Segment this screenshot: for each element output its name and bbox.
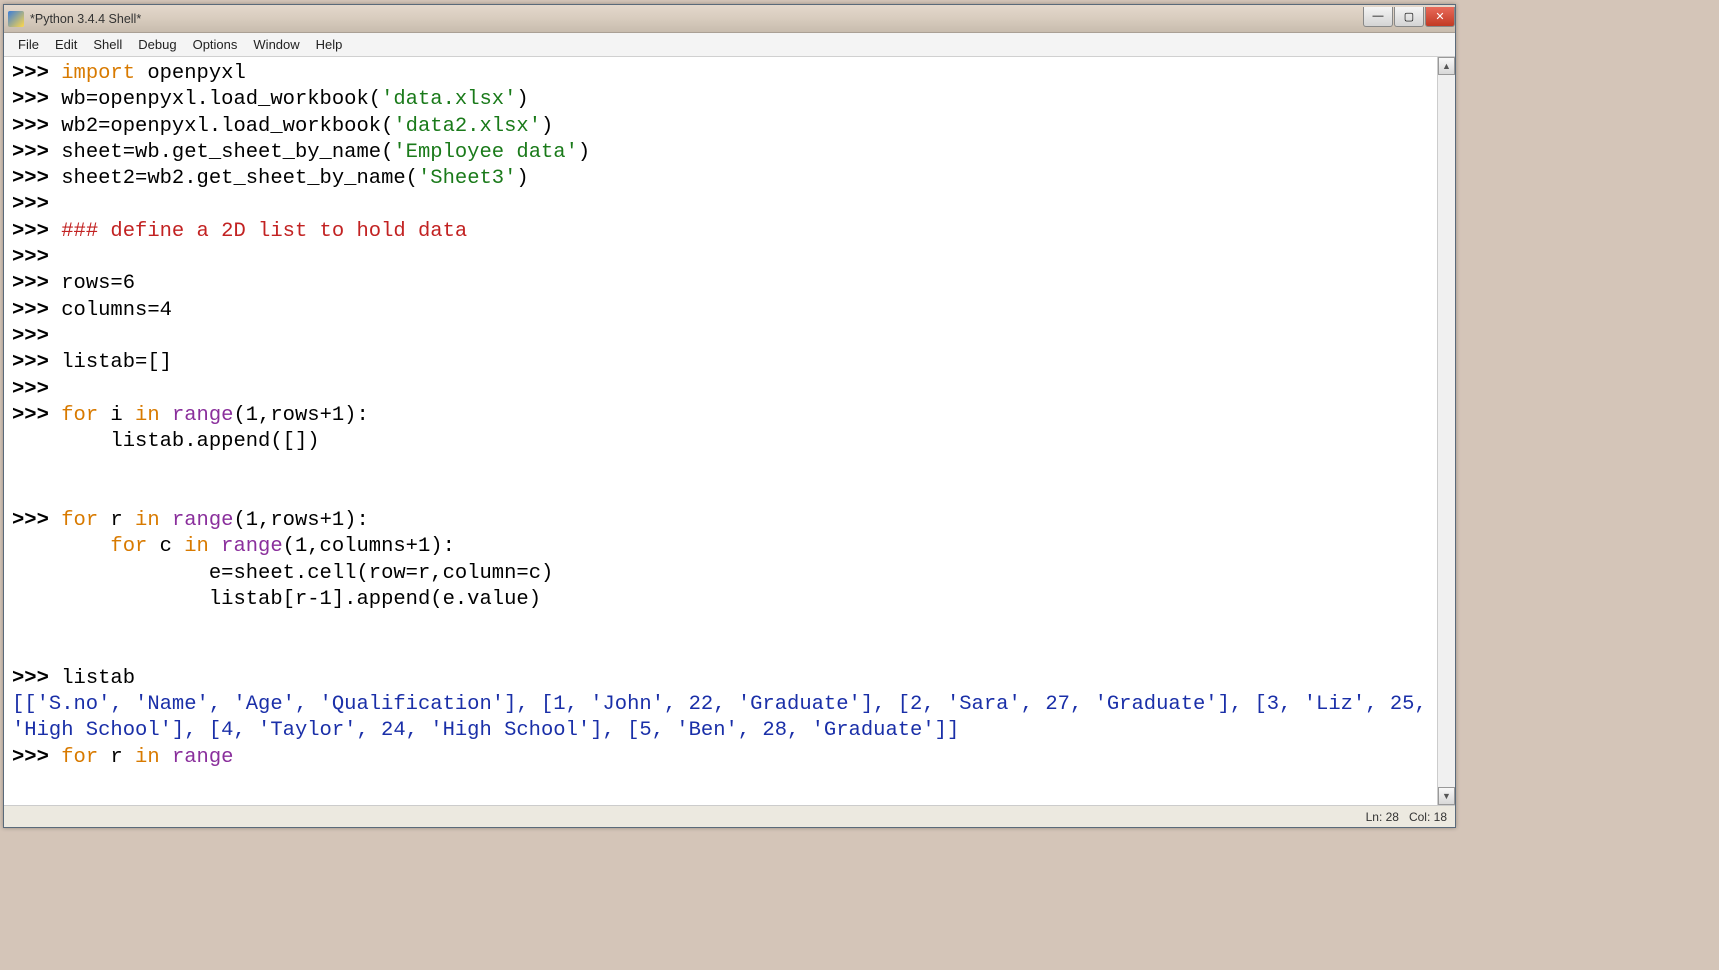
content-area: >>> import openpyxl >>> wb=openpyxl.load… xyxy=(4,57,1455,805)
minimize-button[interactable]: — xyxy=(1363,7,1393,27)
menu-window[interactable]: Window xyxy=(245,35,307,54)
status-ln: Ln: 28 xyxy=(1366,810,1399,824)
maximize-button[interactable]: ▢ xyxy=(1394,7,1424,27)
menu-shell[interactable]: Shell xyxy=(85,35,130,54)
titlebar[interactable]: *Python 3.4.4 Shell* — ▢ ✕ xyxy=(4,5,1455,33)
menu-help[interactable]: Help xyxy=(308,35,351,54)
menu-debug[interactable]: Debug xyxy=(130,35,184,54)
python-icon xyxy=(8,11,24,27)
scroll-up-button[interactable]: ▲ xyxy=(1438,57,1455,75)
menu-edit[interactable]: Edit xyxy=(47,35,85,54)
shell-text-area[interactable]: >>> import openpyxl >>> wb=openpyxl.load… xyxy=(4,57,1437,805)
window-frame: *Python 3.4.4 Shell* — ▢ ✕ File Edit She… xyxy=(3,4,1456,828)
scroll-down-button[interactable]: ▼ xyxy=(1438,787,1455,805)
close-button[interactable]: ✕ xyxy=(1425,7,1455,27)
menu-file[interactable]: File xyxy=(10,35,47,54)
menu-options[interactable]: Options xyxy=(185,35,246,54)
status-col: Col: 18 xyxy=(1409,810,1447,824)
window-title: *Python 3.4.4 Shell* xyxy=(30,12,1362,26)
menubar: File Edit Shell Debug Options Window Hel… xyxy=(4,33,1455,57)
statusbar: Ln: 28 Col: 18 xyxy=(4,805,1455,827)
vertical-scrollbar[interactable]: ▲ ▼ xyxy=(1437,57,1455,805)
